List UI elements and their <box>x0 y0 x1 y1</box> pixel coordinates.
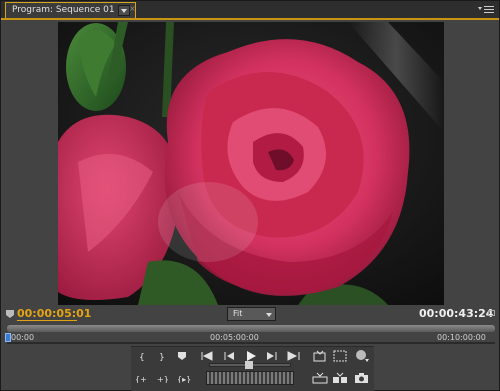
zoom-scroll-bar[interactable] <box>7 325 495 332</box>
go-to-next-edit-icon[interactable]: +} <box>157 373 173 383</box>
set-in-icon[interactable]: { <box>138 351 148 361</box>
svg-text:{+: {+ <box>135 375 147 383</box>
svg-text:+}: +} <box>157 375 169 383</box>
chevron-down-icon <box>266 313 272 317</box>
time-ruler[interactable]: 00:00 00:05:00:00 00:10:00:00 <box>5 325 495 344</box>
go-to-in-icon[interactable] <box>201 351 215 361</box>
ruler-label: 00:10:00:00 <box>437 333 486 342</box>
go-to-out-icon[interactable] <box>287 351 301 361</box>
marker-icon[interactable] <box>6 310 14 319</box>
duration-timecode: 00:00:43:24 <box>419 307 494 320</box>
set-marker-icon[interactable] <box>177 351 187 361</box>
set-out-icon[interactable]: } <box>158 351 168 361</box>
timecode-underline <box>17 320 77 321</box>
ruler-label: 00:05:00:00 <box>210 333 259 342</box>
color-settings-icon[interactable] <box>354 349 370 363</box>
video-preview <box>58 22 444 305</box>
tab-close-icon[interactable]: × <box>129 4 136 13</box>
tab-label: Program: Sequence 01 <box>12 5 115 15</box>
playhead[interactable] <box>5 333 11 342</box>
active-panel-highlight <box>1 18 499 20</box>
safe-margins-icon[interactable] <box>333 350 347 362</box>
output-icon[interactable] <box>313 350 327 362</box>
panel-tab-bar: Program: Sequence 01 × <box>1 1 499 18</box>
shuttle-slider[interactable] <box>209 361 291 369</box>
svg-text:{▸}: {▸} <box>177 375 191 383</box>
step-forward-icon[interactable] <box>264 351 278 361</box>
current-timecode[interactable]: 00:00:05:01 <box>17 307 91 320</box>
go-to-previous-edit-icon[interactable]: {+ <box>135 373 151 383</box>
extract-icon[interactable] <box>332 372 348 384</box>
rose-video-frame <box>58 22 444 305</box>
settings-icon[interactable] <box>488 310 495 316</box>
svg-text:{: { <box>139 353 145 361</box>
ruler-baseline <box>7 342 495 344</box>
export-frame-icon[interactable] <box>354 372 370 384</box>
tab-program-sequence[interactable]: Program: Sequence 01 <box>5 2 136 18</box>
panel-menu-icon[interactable] <box>478 4 496 15</box>
svg-text:}: } <box>159 353 165 361</box>
ruler-label: 00:00 <box>11 333 35 342</box>
lift-icon[interactable] <box>312 372 328 384</box>
program-monitor-panel: Program: Sequence 01 × 00:00:05:01 Fit 0… <box>0 0 500 391</box>
zoom-level-select[interactable]: Fit <box>227 307 276 321</box>
jog-wheel[interactable] <box>206 371 294 385</box>
shuttle-handle[interactable] <box>245 361 253 369</box>
step-back-icon[interactable] <box>223 351 237 361</box>
play-in-to-out-icon[interactable]: {▸} <box>177 373 195 383</box>
zoom-level-value: Fit <box>233 309 243 318</box>
